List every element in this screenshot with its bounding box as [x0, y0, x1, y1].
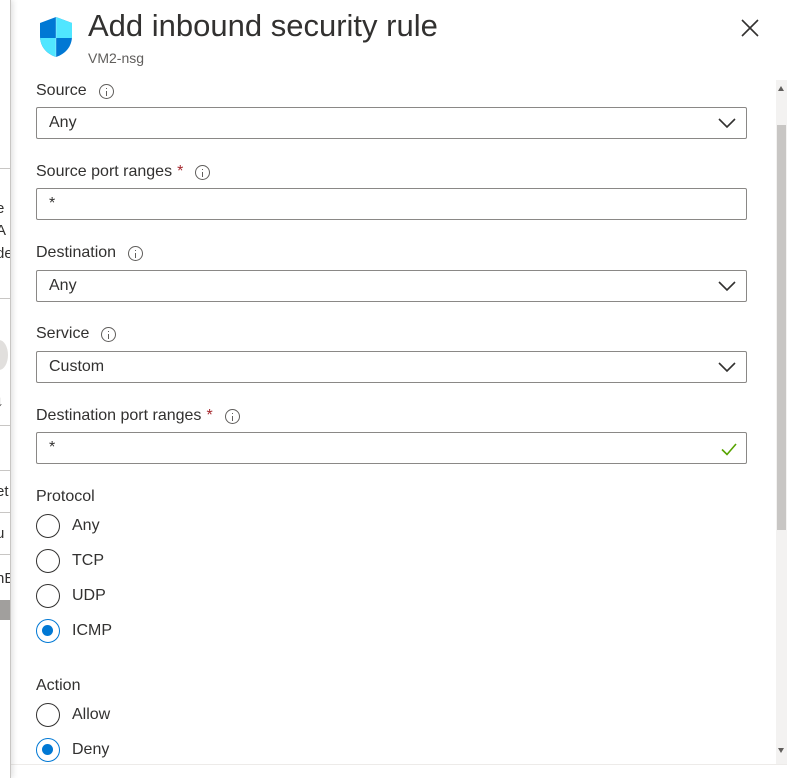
panel-title: Add inbound security rule	[88, 8, 438, 43]
destination-port-ranges-input[interactable]: *	[36, 432, 747, 464]
protocol-radio-icmp[interactable]: ICMP	[36, 619, 112, 643]
background-page: I e A de ↓ et u nE	[0, 0, 11, 778]
destination-label: Destination	[36, 244, 144, 262]
radio-label: UDP	[72, 587, 106, 604]
divider	[0, 470, 10, 471]
radio-label: Any	[72, 517, 100, 534]
chevron-down-icon	[718, 118, 736, 129]
action-label: Action	[36, 677, 81, 694]
footer-divider	[10, 764, 787, 765]
radio-circle-selected[interactable]	[36, 619, 60, 643]
destination-port-ranges-label: Destination port ranges *	[36, 407, 240, 425]
required-indicator: *	[206, 407, 213, 424]
divider	[0, 298, 10, 299]
radio-label: Allow	[72, 706, 111, 723]
source-port-ranges-input[interactable]: *	[36, 188, 747, 220]
scrollbar[interactable]	[776, 80, 787, 764]
info-icon[interactable]	[224, 408, 240, 424]
required-indicator: *	[177, 163, 184, 180]
protocol-radio-tcp[interactable]: TCP	[36, 549, 104, 573]
close-icon[interactable]	[736, 14, 764, 42]
source-dropdown[interactable]: Any	[36, 107, 747, 139]
protocol-label: Protocol	[36, 488, 95, 505]
divider	[0, 425, 10, 426]
background-text: nE	[0, 570, 10, 587]
source-port-ranges-value: *	[49, 195, 56, 212]
radio-circle[interactable]	[36, 703, 60, 727]
scroll-up-arrow-icon[interactable]	[778, 86, 784, 91]
info-icon[interactable]	[98, 83, 114, 99]
radio-circle-selected[interactable]	[36, 738, 60, 762]
background-avatar	[0, 340, 8, 370]
service-dropdown[interactable]: Custom	[36, 351, 747, 383]
background-text: A	[0, 222, 6, 239]
info-icon[interactable]	[101, 326, 117, 342]
protocol-radio-any[interactable]: Any	[36, 514, 100, 538]
chevron-down-icon	[718, 362, 736, 373]
background-text: et	[0, 483, 9, 500]
action-radio-allow[interactable]: Allow	[36, 703, 110, 727]
add-inbound-rule-panel: Add inbound security rule VM2-nsg Source…	[10, 0, 787, 778]
background-text: u	[0, 525, 4, 542]
source-port-ranges-label: Source port ranges *	[36, 163, 211, 181]
background-text: de	[0, 245, 10, 262]
scroll-down-arrow-icon[interactable]	[778, 748, 784, 753]
radio-label: ICMP	[72, 622, 112, 639]
source-label: Source	[36, 82, 114, 100]
radio-label: Deny	[72, 741, 110, 758]
destination-dropdown[interactable]: Any	[36, 270, 747, 302]
protocol-radio-udp[interactable]: UDP	[36, 584, 106, 608]
source-value: Any	[49, 114, 77, 131]
radio-circle[interactable]	[36, 549, 60, 573]
action-radio-deny[interactable]: Deny	[36, 738, 109, 762]
shield-icon	[40, 17, 72, 57]
radio-circle[interactable]	[36, 514, 60, 538]
destination-value: Any	[49, 277, 77, 294]
chevron-down-icon	[718, 281, 736, 292]
divider	[0, 168, 10, 169]
info-icon[interactable]	[128, 245, 144, 261]
background-text: ↓	[0, 393, 4, 410]
panel-subtitle: VM2-nsg	[88, 50, 145, 66]
destination-port-ranges-value: *	[49, 439, 56, 456]
checkmark-icon	[721, 443, 737, 456]
info-icon[interactable]	[195, 164, 211, 180]
background-text: e	[0, 200, 4, 217]
scroll-thumb[interactable]	[777, 125, 786, 530]
service-label: Service	[36, 325, 117, 343]
divider	[0, 554, 10, 555]
radio-label: TCP	[72, 552, 104, 569]
background-bar	[0, 600, 10, 620]
radio-circle[interactable]	[36, 584, 60, 608]
service-value: Custom	[49, 358, 105, 375]
divider	[0, 512, 10, 513]
